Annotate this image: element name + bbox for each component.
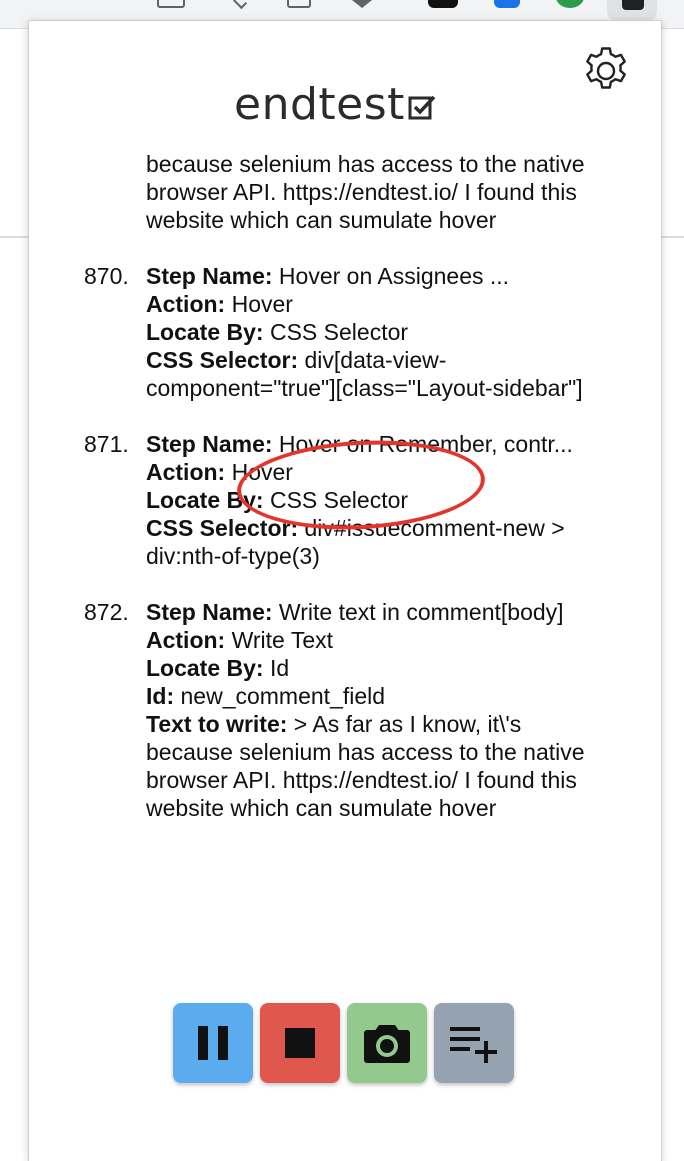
bookmark-star-icon[interactable] — [352, 0, 372, 8]
step-field-label: Action: — [146, 459, 226, 485]
step-field-label: Locate By: — [146, 655, 264, 681]
step-field-value: Hover — [225, 459, 293, 485]
step-field-value: CSS Selector — [263, 487, 409, 513]
steps-container: Text to write: > As far as I know, it\'s… — [29, 151, 661, 850]
step-number: 871. — [84, 431, 129, 457]
stop-icon — [285, 1028, 315, 1058]
step-field-label: CSS Selector: — [146, 515, 299, 541]
camera-icon — [364, 1025, 410, 1063]
chevron-icon[interactable] — [232, 0, 248, 10]
step-field-value: Hover on Remember, contr... — [272, 431, 573, 457]
settings-gear-icon[interactable] — [580, 43, 632, 95]
logo-checkbox-icon — [408, 95, 436, 120]
step-number: 872. — [84, 599, 129, 625]
step-field: Action: Hover — [146, 458, 598, 486]
step-field-label: Step Name: — [146, 599, 273, 625]
recorded-steps-list[interactable]: Text to write: > As far as I know, it\'s… — [29, 151, 661, 981]
step-field-label: Locate By: — [146, 487, 264, 513]
pause-icon — [198, 1026, 228, 1060]
step-field-label: Id: — [146, 683, 175, 709]
step-field: Id: new_comment_field — [146, 682, 598, 710]
tab-icon[interactable] — [287, 0, 311, 8]
step-item[interactable]: 872. Step Name: Write text in comment[bod… — [29, 598, 598, 822]
endtest-extension-icon[interactable] — [607, 0, 657, 20]
step-field-label: Step Name: — [146, 431, 273, 457]
step-field-label: Step Name: — [146, 263, 273, 289]
step-field-label: Text to write: — [146, 711, 288, 737]
step-field: Step Name: Write text in comment[body] — [146, 598, 598, 626]
step-field: Step Name: Hover on Remember, contr... — [146, 430, 598, 458]
step-number: 870. — [84, 263, 129, 289]
step-field: Action: Write Text — [146, 626, 598, 654]
step-field-value: Id — [263, 655, 290, 681]
extension-icon-blue[interactable] — [494, 0, 520, 8]
step-field-value: Hover — [225, 291, 293, 317]
extension-icon-green[interactable] — [556, 0, 584, 8]
step-field-label: Action: — [146, 627, 226, 653]
step-field: Text to write: > As far as I know, it\'s… — [146, 151, 598, 234]
step-item[interactable]: 870. Step Name: Hover on Assignees ... Act… — [29, 262, 598, 402]
extension-popup: endtest Text to write: > As far as I kno… — [28, 20, 662, 1161]
step-item[interactable]: Text to write: > As far as I know, it\'s… — [29, 151, 598, 234]
step-field: Locate By: CSS Selector — [146, 318, 598, 346]
step-field-label: CSS Selector: — [146, 347, 299, 373]
step-field: CSS Selector: div[data-view-component="t… — [146, 346, 598, 402]
stop-button[interactable] — [260, 1003, 340, 1083]
step-field: Action: Hover — [146, 290, 598, 318]
extension-icon-dark[interactable] — [428, 0, 458, 8]
step-field-value: > As far as I know, it\'s because seleni… — [146, 151, 585, 233]
endtest-logo: endtest — [234, 81, 437, 129]
playlist-add-icon — [450, 1027, 497, 1063]
step-field-value: Hover on Assignees ... — [272, 263, 510, 289]
step-field-value: Write Text — [225, 627, 334, 653]
step-field: Locate By: CSS Selector — [146, 486, 598, 514]
logo-text: endtest — [234, 79, 405, 130]
pause-button[interactable] — [173, 1003, 253, 1083]
step-field: CSS Selector: div#issuecomment-new > div… — [146, 514, 598, 570]
step-item[interactable]: 871. Step Name: Hover on Remember, contr.… — [29, 430, 598, 570]
add-step-button[interactable] — [434, 1003, 514, 1083]
screenshot-button[interactable] — [347, 1003, 427, 1083]
step-field-value: Write text in comment[body] — [272, 599, 564, 625]
step-field-label: Action: — [146, 291, 226, 317]
step-field: Locate By: Id — [146, 654, 598, 682]
cast-icon[interactable] — [157, 0, 185, 8]
step-field-label: Locate By: — [146, 319, 264, 345]
step-field: Text to write: > As far as I know, it\'s… — [146, 710, 598, 822]
step-field-value: new_comment_field — [174, 683, 386, 709]
step-field-value: CSS Selector — [263, 319, 409, 345]
recorder-controls — [173, 1003, 514, 1083]
step-field: Step Name: Hover on Assignees ... — [146, 262, 598, 290]
